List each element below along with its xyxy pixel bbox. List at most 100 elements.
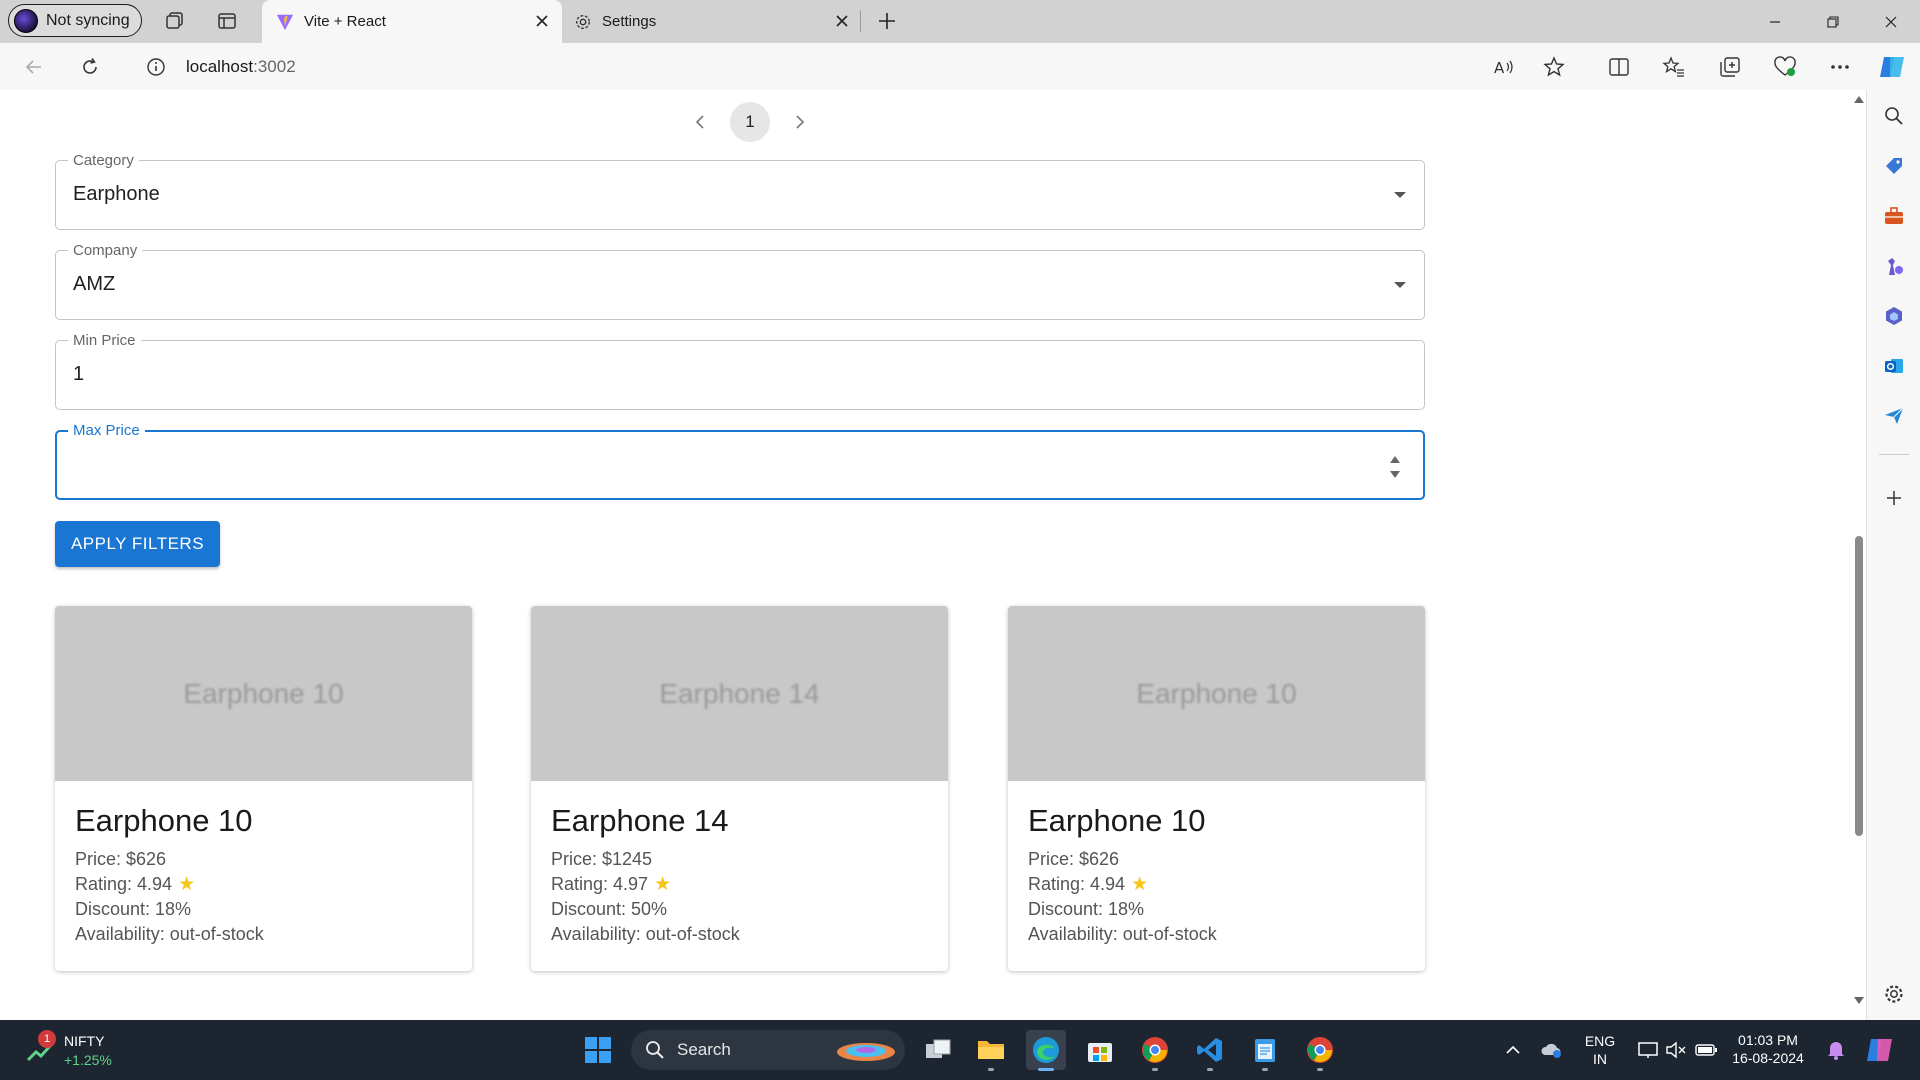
language-indicator[interactable]: ENG IN <box>1582 1032 1618 1068</box>
split-screen-icon[interactable] <box>1605 53 1633 81</box>
notification-badge: 1 <box>38 1030 56 1048</box>
workspaces-icon[interactable] <box>163 9 187 33</box>
edge-browser-icon[interactable] <box>1026 1030 1066 1071</box>
tab-settings[interactable]: Settings <box>562 0 862 43</box>
clock-time: 01:03 PM <box>1738 1032 1798 1048</box>
favorite-star-icon[interactable] <box>1540 53 1568 81</box>
product-rating: Rating: 4.94 ★ <box>1028 874 1149 895</box>
url-text: localhost:3002 <box>186 56 296 76</box>
dropdown-arrow-icon[interactable] <box>1394 282 1406 288</box>
product-card[interactable]: Earphone 14 Earphone 14 Price: $1245 Rat… <box>531 606 948 971</box>
read-aloud-icon[interactable]: A <box>1490 53 1518 81</box>
onedrive-icon[interactable] <box>1532 1030 1572 1070</box>
more-menu-icon[interactable] <box>1826 53 1854 81</box>
minimize-icon[interactable] <box>1746 0 1804 43</box>
product-card[interactable]: Earphone 10 Earphone 10 Price: $626 Rati… <box>1008 606 1425 971</box>
search-highlight-icon <box>837 1043 895 1061</box>
tab-title: Settings <box>602 13 657 30</box>
notifications-bell-icon[interactable] <box>1816 1030 1856 1070</box>
max-price-input[interactable]: Max Price <box>55 422 1425 500</box>
number-spinner-icon[interactable] <box>1389 456 1401 478</box>
show-hidden-icons-chevron-icon[interactable] <box>1493 1030 1533 1070</box>
clock[interactable]: 01:03 PM 16-08-2024 <box>1728 1031 1808 1067</box>
chrome-icon[interactable] <box>1135 1030 1175 1071</box>
back-icon[interactable] <box>20 53 48 81</box>
dropdown-arrow-icon[interactable] <box>1394 192 1406 198</box>
close-tab-icon[interactable] <box>532 11 552 31</box>
page-number-button[interactable]: 1 <box>730 102 770 142</box>
product-discount: Discount: 18% <box>1028 899 1145 919</box>
tab-actions-icon[interactable] <box>215 9 239 33</box>
previous-page-icon[interactable] <box>680 102 720 142</box>
gear-icon <box>574 13 592 31</box>
product-availability: Availability: out-of-stock <box>1028 924 1217 944</box>
send-icon[interactable] <box>1882 404 1906 428</box>
reload-icon[interactable] <box>76 53 104 81</box>
scrollbar-thumb[interactable] <box>1855 536 1863 836</box>
tab-divider <box>860 10 861 32</box>
page-viewport: 1 Category Earphone Company AMZ Min Pric… <box>0 90 1866 1020</box>
company-label: Company <box>68 242 143 259</box>
star-icon: ★ <box>654 874 672 895</box>
min-price-value: 1 <box>73 363 85 385</box>
scroll-up-icon[interactable] <box>1853 94 1865 104</box>
url-field[interactable]: localhost:3002 <box>124 49 1524 84</box>
page-scrollbar[interactable] <box>1850 90 1866 1020</box>
close-window-icon[interactable] <box>1862 0 1920 43</box>
notepad-icon[interactable] <box>1245 1030 1285 1071</box>
product-name: Earphone 10 <box>1028 803 1206 838</box>
svg-text:A: A <box>1494 59 1505 77</box>
outlook-icon[interactable] <box>1882 354 1906 378</box>
close-tab-icon[interactable] <box>832 11 852 31</box>
category-select[interactable]: Category Earphone <box>55 152 1425 230</box>
clock-date: 16-08-2024 <box>1732 1050 1804 1066</box>
tools-icon[interactable] <box>1882 204 1906 228</box>
copilot-icon[interactable] <box>1878 53 1906 81</box>
microsoft-365-icon[interactable] <box>1882 304 1906 328</box>
favorites-icon[interactable] <box>1660 53 1688 81</box>
file-explorer-icon[interactable] <box>971 1030 1011 1071</box>
ticker-change: +1.25% <box>64 1052 112 1068</box>
tab-title: Vite + React <box>304 13 386 30</box>
company-select[interactable]: Company AMZ <box>55 242 1425 320</box>
next-page-icon[interactable] <box>780 102 820 142</box>
task-view-icon[interactable] <box>918 1030 958 1070</box>
microsoft-store-icon[interactable] <box>1080 1030 1120 1070</box>
star-icon: ★ <box>178 874 196 895</box>
games-icon[interactable] <box>1882 254 1906 278</box>
search-icon[interactable] <box>1882 104 1906 128</box>
collections-icon[interactable] <box>1716 53 1744 81</box>
product-image: Earphone 14 <box>531 606 948 781</box>
product-discount: Discount: 18% <box>75 899 192 919</box>
profile-button[interactable]: Not syncing <box>8 4 142 37</box>
browser-essentials-icon[interactable] <box>1771 53 1799 81</box>
windows-taskbar: 1 NIFTY +1.25% Search ENG IN 01:03 PM 16… <box>0 1020 1920 1080</box>
tab-vite-react[interactable]: Vite + React <box>262 0 562 43</box>
taskbar-search[interactable]: Search <box>631 1030 905 1070</box>
profile-label: Not syncing <box>46 11 130 29</box>
vscode-icon[interactable] <box>1190 1030 1230 1071</box>
chrome-profile-icon[interactable] <box>1300 1030 1340 1071</box>
battery-icon[interactable] <box>1686 1030 1726 1070</box>
product-availability: Availability: out-of-stock <box>75 924 264 944</box>
address-bar: localhost:3002 A <box>0 43 1920 90</box>
restore-icon[interactable] <box>1804 0 1862 43</box>
search-icon <box>646 1041 664 1059</box>
min-price-input[interactable]: Min Price 1 <box>55 332 1425 410</box>
add-icon[interactable] <box>1882 486 1906 510</box>
vite-icon <box>276 13 294 31</box>
product-rating: Rating: 4.94 ★ <box>75 874 196 895</box>
stock-ticker-widget[interactable]: 1 NIFTY +1.25% <box>24 1030 134 1072</box>
apply-filters-button[interactable]: APPLY FILTERS <box>55 521 220 567</box>
profile-avatar <box>14 8 38 33</box>
windows-start-icon[interactable] <box>578 1030 618 1070</box>
scroll-down-icon[interactable] <box>1853 995 1865 1005</box>
star-icon: ★ <box>1131 874 1149 895</box>
new-tab-icon[interactable] <box>875 9 899 33</box>
site-info-icon[interactable] <box>146 57 166 77</box>
product-price: Price: $626 <box>75 849 167 869</box>
sidebar-settings-icon[interactable] <box>1882 982 1906 1006</box>
product-card[interactable]: Earphone 10 Earphone 10 Price: $626 Rati… <box>55 606 472 971</box>
copilot-taskbar-icon[interactable] <box>1860 1030 1900 1070</box>
shopping-tag-icon[interactable] <box>1882 154 1906 178</box>
